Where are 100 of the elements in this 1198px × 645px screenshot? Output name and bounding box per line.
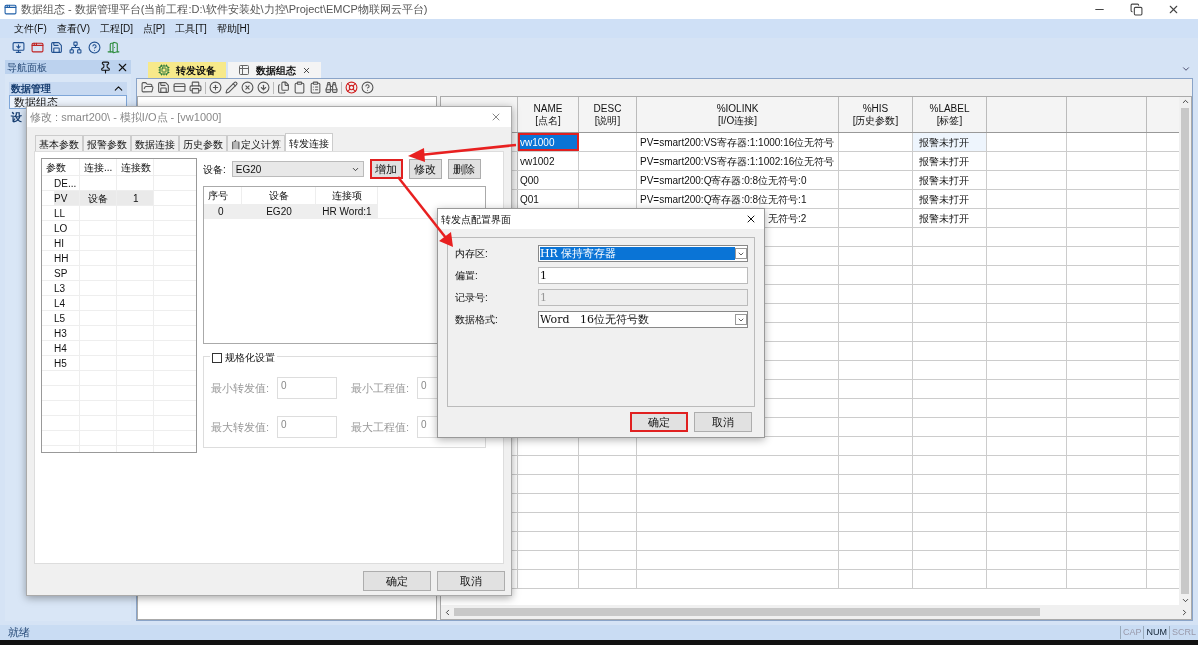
horizontal-scrollbar[interactable] [441, 605, 1191, 619]
toolbar-icon[interactable] [293, 81, 306, 94]
dialog-button[interactable]: 取消 [694, 412, 752, 432]
param-row[interactable]: L3 [42, 281, 196, 296]
table-cell: 报警未打开 [913, 190, 987, 208]
column-header[interactable]: 参数 [42, 159, 80, 175]
close-icon[interactable] [745, 213, 757, 225]
input-field[interactable]: 0 [277, 377, 337, 399]
table-cell: 报警未打开 [913, 209, 987, 227]
select-field[interactable]: Word 16位无符号数 [538, 311, 748, 328]
param-row[interactable]: L5 [42, 311, 196, 326]
section-title: 设 [11, 110, 22, 126]
dialog-button[interactable]: 确定 [363, 571, 431, 591]
dialog-tab[interactable]: 自定义计算 [227, 135, 285, 151]
dialog-button[interactable]: 取消 [437, 571, 505, 591]
table-cell: PV=smart200:VS寄存器:1:1000:16位无符号 [637, 133, 839, 151]
close-icon[interactable] [302, 65, 311, 75]
device-select[interactable]: EG20 [231, 161, 364, 177]
pin-icon[interactable] [99, 60, 112, 74]
status-indicator: SCRL [1169, 625, 1198, 640]
app-icon [4, 3, 17, 16]
help-icon[interactable] [88, 40, 101, 54]
toolbar-icon[interactable] [225, 81, 238, 94]
field-label: 最小工程值: [351, 380, 411, 396]
table-cell[interactable]: Q00 [518, 171, 579, 189]
select-field[interactable]: HR 保持寄存器 [538, 245, 748, 262]
dialog-button[interactable]: 增加 [369, 159, 403, 179]
close-icon[interactable] [1167, 3, 1180, 16]
column-header[interactable]: DESC [说明] [579, 97, 637, 132]
column-header[interactable]: %IOLINK [I/O连接] [637, 97, 839, 132]
param-row[interactable]: LL [42, 206, 196, 221]
scroll-up-icon[interactable] [1180, 97, 1190, 106]
input-field[interactable]: 1 [538, 267, 748, 284]
param-row[interactable]: SP [42, 266, 196, 281]
table-cell: 报警未打开 [913, 171, 987, 189]
field-label: 设备: [203, 162, 226, 177]
table-cell[interactable]: vw1000 [518, 133, 579, 151]
column-header[interactable]: %HIS [历史参数] [839, 97, 913, 132]
status-text: 就绪 [8, 626, 30, 639]
window-icon[interactable] [31, 40, 44, 54]
restore-icon[interactable] [1130, 3, 1143, 16]
menu-item[interactable]: 文件(F) [14, 21, 47, 36]
dialog-button[interactable]: 确定 [630, 412, 688, 432]
menu-item[interactable]: 帮助[H] [216, 21, 250, 36]
column-header[interactable]: 连接数 [117, 159, 154, 175]
dropdown-icon[interactable] [1181, 64, 1191, 74]
table-cell[interactable]: vw1002 [518, 152, 579, 170]
help-icon[interactable] [361, 81, 374, 94]
column-header[interactable]: NAME [点名] [518, 97, 579, 132]
param-row[interactable]: HH [42, 251, 196, 266]
param-row[interactable]: H5 [42, 356, 196, 371]
field-label: 最大转发值: [211, 419, 271, 435]
monitor-icon[interactable] [12, 40, 25, 54]
dialog-tab[interactable]: 数据连接 [131, 135, 179, 151]
toolbar-icon[interactable] [257, 81, 270, 94]
scroll-left-icon[interactable] [443, 607, 452, 617]
dialog-tab[interactable]: 基本参数 [35, 135, 83, 151]
menu-item[interactable]: 工程[D] [100, 21, 133, 36]
param-row[interactable]: LO [42, 221, 196, 236]
toolbar-icon[interactable] [209, 81, 222, 94]
param-row[interactable]: PV 设备 1 [42, 191, 196, 206]
field-label: 最小转发值: [211, 380, 271, 396]
param-row[interactable]: H3 [42, 326, 196, 341]
input-field[interactable]: 0 [277, 416, 337, 438]
dialog-tab[interactable]: 报警参数 [83, 135, 131, 151]
toolbar-icon[interactable] [309, 81, 322, 94]
toolbar-icon[interactable] [325, 81, 338, 94]
vertical-scrollbar[interactable] [1179, 97, 1191, 605]
table-cell: EG20 [242, 204, 316, 219]
toolbar-icon[interactable] [189, 81, 202, 94]
param-row[interactable]: HI [42, 236, 196, 251]
param-row[interactable]: H4 [42, 341, 196, 356]
dialog-tab[interactable]: 转发连接 [285, 133, 333, 151]
column-header[interactable]: %LABEL [标签] [913, 97, 987, 132]
lifebuoy-icon[interactable] [345, 81, 358, 94]
table-cell: PV=smart200:VS寄存器:1:1002:16位无符号 [637, 152, 839, 170]
toolbar-icon[interactable] [241, 81, 254, 94]
menu-item[interactable]: 点[P] [142, 21, 166, 36]
scroll-down-icon[interactable] [1180, 596, 1190, 605]
toolbar-icon[interactable] [141, 81, 154, 94]
document-tab[interactable]: 数据组态 [228, 62, 321, 78]
window-title: 数据组态 - 数据管理平台(当前工程:D:\软件安装处\力控\Project\EMCP物联网云平台) [21, 2, 428, 18]
toolbar-icon[interactable] [277, 81, 290, 94]
toolbar-icon[interactable] [173, 81, 186, 94]
dialog-button[interactable]: 修改 [408, 159, 442, 179]
toolbar-icon[interactable] [157, 81, 170, 94]
dialog-button[interactable]: 删除 [447, 159, 481, 179]
dialog-tab[interactable]: 历史参数 [179, 135, 227, 151]
network-icon[interactable] [69, 40, 82, 54]
scroll-right-icon[interactable] [1180, 607, 1189, 617]
checkbox[interactable] [212, 352, 222, 363]
menu-item[interactable]: 工具[T] [175, 21, 207, 36]
field-label: 偏置: [455, 269, 479, 283]
door-icon[interactable] [107, 40, 120, 54]
param-row[interactable]: L4 [42, 296, 196, 311]
save-icon[interactable] [50, 40, 63, 54]
document-tab[interactable]: 转发设备 [148, 62, 226, 78]
menu-item[interactable]: 查看(V) [56, 21, 91, 36]
table-cell: 报警未打开 [913, 152, 987, 170]
column-header[interactable]: 连接... [80, 159, 117, 175]
